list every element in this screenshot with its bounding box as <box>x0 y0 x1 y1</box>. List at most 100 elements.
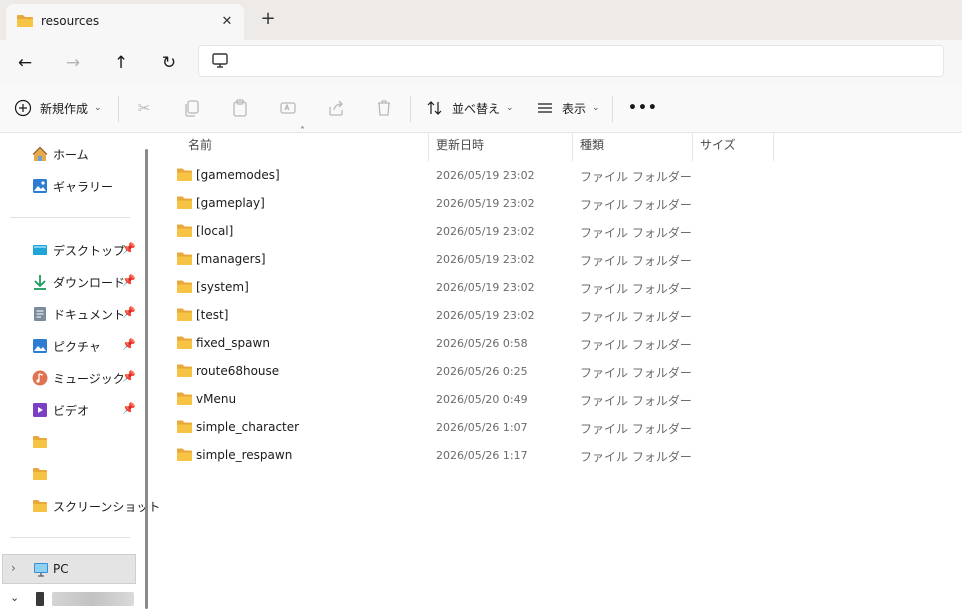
divider <box>612 96 613 122</box>
table-row[interactable]: [local] 2026/05/19 23:02 ファイル フォルダー <box>153 217 773 245</box>
file-date: 2026/05/20 0:49 <box>436 393 528 406</box>
folder-icon <box>177 252 192 265</box>
table-row[interactable]: [test] 2026/05/19 23:02 ファイル フォルダー <box>153 301 773 329</box>
sidebar-item-pictures[interactable]: ピクチャ 📌 <box>0 333 140 359</box>
column-header-size[interactable]: サイズ <box>700 136 736 160</box>
table-row[interactable]: vMenu 2026/05/20 0:49 ファイル フォルダー <box>153 385 773 413</box>
pc-icon <box>34 563 48 577</box>
copy-icon[interactable] <box>182 98 202 118</box>
redacted-label <box>52 592 134 606</box>
sort-up-icon: ˄ <box>300 126 305 137</box>
chevron-down-icon: ⌄ <box>94 103 102 113</box>
tab-resources[interactable]: resources ✕ <box>6 4 244 40</box>
sidebar-item-screenshots[interactable]: スクリーンショット <box>0 493 160 519</box>
address-bar[interactable] <box>198 45 944 77</box>
file-name: [local] <box>196 224 234 238</box>
file-type: ファイル フォルダー <box>580 170 692 184</box>
divider <box>118 96 119 122</box>
sort-button[interactable]: 並べ替え ⌄ <box>426 84 514 132</box>
file-type: ファイル フォルダー <box>580 422 692 436</box>
column-header-name[interactable]: 名前 <box>188 136 212 160</box>
sidebar-item-pc[interactable]: › PC <box>2 554 136 584</box>
file-date: 2026/05/19 23:02 <box>436 309 535 322</box>
pin-icon[interactable]: 📌 <box>122 242 136 255</box>
table-row[interactable]: [gamemodes] 2026/05/19 23:02 ファイル フォルダー <box>153 161 773 189</box>
file-name: [system] <box>196 280 249 294</box>
sidebar-item-folder[interactable] <box>0 429 140 455</box>
monitor-icon <box>212 53 228 68</box>
sidebar-item-documents[interactable]: ドキュメント 📌 <box>0 301 140 327</box>
music-icon <box>32 370 48 386</box>
new-label: 新規作成 <box>40 101 89 116</box>
gallery-icon <box>33 179 47 193</box>
scrollbar[interactable] <box>145 149 148 609</box>
chevron-right-icon[interactable]: › <box>11 561 16 575</box>
folder-icon <box>177 168 192 181</box>
sidebar-item-home[interactable]: ホーム <box>0 141 140 167</box>
column-divider[interactable] <box>692 133 693 161</box>
file-type: ファイル フォルダー <box>580 254 692 268</box>
pin-icon[interactable]: 📌 <box>122 274 136 287</box>
divider <box>10 217 130 218</box>
column-divider[interactable] <box>428 133 429 161</box>
file-name: simple_respawn <box>196 448 293 462</box>
sidebar-item-downloads[interactable]: ダウンロード 📌 <box>0 269 140 295</box>
video-icon <box>33 403 47 417</box>
rename-icon[interactable] <box>278 98 298 118</box>
share-icon[interactable] <box>326 98 346 118</box>
chevron-down-icon[interactable]: ⌄ <box>10 591 19 604</box>
table-row[interactable]: [managers] 2026/05/19 23:02 ファイル フォルダー <box>153 245 773 273</box>
plus-circle-icon <box>14 99 32 117</box>
column-divider[interactable] <box>572 133 573 161</box>
pin-icon[interactable]: 📌 <box>122 402 136 415</box>
refresh-icon[interactable]: ↻ <box>156 50 182 76</box>
view-label: 表示 <box>562 101 587 116</box>
file-type: ファイル フォルダー <box>580 282 692 296</box>
back-arrow-icon[interactable]: ← <box>12 50 38 76</box>
folder-icon <box>177 280 192 293</box>
column-header-type[interactable]: 種類 <box>580 136 604 160</box>
cut-icon[interactable]: ✂ <box>134 98 154 118</box>
column-header-date[interactable]: 更新日時 <box>436 136 484 160</box>
command-bar: 新規作成 ⌄ ✂ 並べ替え ⌄ 表示 ⌄ ••• <box>0 84 962 133</box>
folder-icon <box>177 420 192 433</box>
new-button[interactable]: 新規作成 ⌄ <box>14 84 102 132</box>
sidebar-item-gallery[interactable]: ギャラリー <box>0 173 140 199</box>
trash-icon[interactable] <box>374 98 394 118</box>
file-date: 2026/05/26 1:07 <box>436 421 528 434</box>
view-button[interactable]: 表示 ⌄ <box>536 84 600 132</box>
table-row[interactable]: fixed_spawn 2026/05/26 0:58 ファイル フォルダー <box>153 329 773 357</box>
pin-icon[interactable]: 📌 <box>122 338 136 351</box>
plus-icon[interactable]: + <box>258 9 278 29</box>
pin-icon[interactable]: 📌 <box>122 306 136 319</box>
chevron-down-icon: ⌄ <box>506 103 514 113</box>
sidebar-item-label: ピクチャ <box>53 340 101 354</box>
more-options-icon[interactable]: ••• <box>628 84 658 132</box>
table-row[interactable]: route68house 2026/05/26 0:25 ファイル フォルダー <box>153 357 773 385</box>
sidebar-item-drive[interactable]: ⌄ <box>2 588 136 612</box>
forward-arrow-icon[interactable]: → <box>60 50 86 76</box>
paste-icon[interactable] <box>230 98 250 118</box>
column-divider[interactable] <box>773 133 774 161</box>
file-type: ファイル フォルダー <box>580 450 692 464</box>
sidebar-item-label: ミュージック <box>53 372 125 386</box>
sidebar-item-label: ドキュメント <box>53 308 126 322</box>
sidebar-item-desktop[interactable]: デスクトップ 📌 <box>0 237 140 263</box>
sidebar-item-music[interactable]: ミュージック 📌 <box>0 365 140 391</box>
up-arrow-icon[interactable]: ↑ <box>108 50 134 76</box>
sidebar-item-folder[interactable] <box>0 461 140 487</box>
table-row[interactable]: simple_respawn 2026/05/26 1:17 ファイル フォルダー <box>153 441 773 469</box>
folder-icon <box>177 364 192 377</box>
table-row[interactable]: simple_character 2026/05/26 1:07 ファイル フォルダ… <box>153 413 773 441</box>
file-date: 2026/05/26 1:17 <box>436 449 528 462</box>
file-type: ファイル フォルダー <box>580 338 692 352</box>
chevron-down-icon: ⌄ <box>592 103 600 113</box>
table-row[interactable]: [gameplay] 2026/05/19 23:02 ファイル フォルダー <box>153 189 773 217</box>
pin-icon[interactable]: 📌 <box>122 370 136 383</box>
view-list-icon <box>538 103 552 113</box>
table-row[interactable]: [system] 2026/05/19 23:02 ファイル フォルダー <box>153 273 773 301</box>
sidebar-item-videos[interactable]: ビデオ 📌 <box>0 397 140 423</box>
folder-icon <box>177 392 192 405</box>
file-date: 2026/05/19 23:02 <box>436 225 535 238</box>
close-icon[interactable]: ✕ <box>218 13 236 31</box>
